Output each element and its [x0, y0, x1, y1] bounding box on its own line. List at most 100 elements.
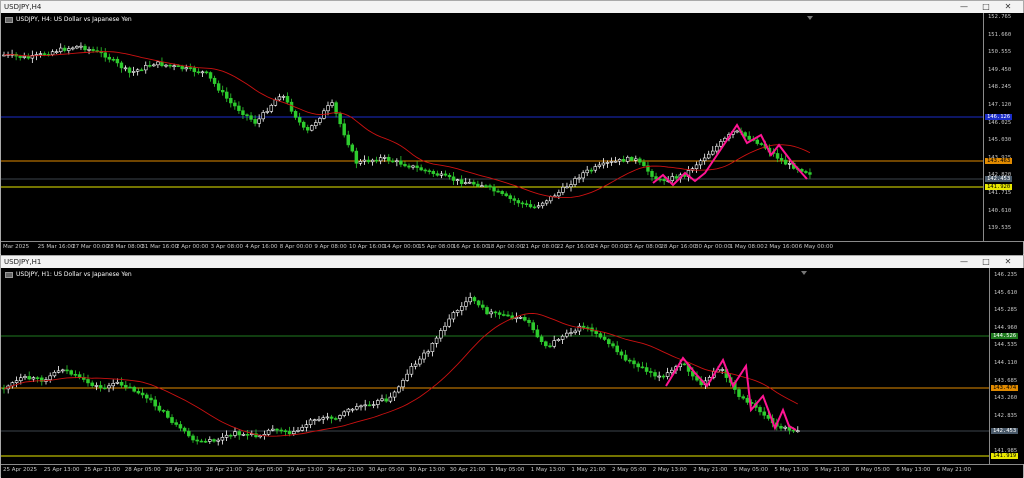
price-tick-label: 144.110	[994, 360, 1018, 366]
price-tick-label: 147.120	[988, 102, 1012, 108]
candle-body	[208, 72, 213, 79]
candle-body	[409, 366, 414, 375]
time-tick-label: 2 May 05:00	[612, 467, 647, 473]
candle-body	[157, 405, 162, 411]
time-tick-label: 3 Apr 08:00	[210, 244, 243, 250]
candle-body	[204, 71, 209, 74]
price-tick-label: 146.025	[988, 119, 1012, 126]
candle-body	[743, 132, 747, 137]
candle-body	[492, 186, 496, 192]
candle-body	[569, 184, 573, 188]
chart-window-h1[interactable]: USDJPY,H1 — □ ✕ USDJPY, H1: US Dollar vs…	[0, 255, 1024, 478]
candle-body	[132, 386, 136, 392]
close-button[interactable]: ✕	[997, 256, 1019, 268]
candle-body	[615, 345, 619, 353]
candle-body	[304, 424, 309, 428]
candle-body	[176, 65, 180, 67]
candle-body	[636, 363, 640, 368]
candle-body	[480, 185, 484, 187]
candle-body	[48, 375, 52, 380]
candle-body	[426, 351, 430, 354]
candle-body	[485, 307, 489, 315]
candle-body	[422, 352, 426, 360]
candle-body	[358, 161, 363, 164]
time-tick-label: 5 May 21:00	[815, 467, 850, 473]
candle-body	[619, 351, 624, 356]
maximize-button[interactable]: □	[975, 256, 997, 268]
candle-body	[237, 105, 241, 111]
candle-body	[528, 204, 533, 208]
candle-body	[391, 160, 395, 163]
candle-body	[524, 203, 529, 205]
price-axis[interactable]: 146.235 145.610 145.285 144.960 144.535 144.1…	[989, 268, 1024, 464]
candle-body	[249, 115, 253, 120]
candle-body	[557, 192, 561, 197]
candle-body	[427, 170, 431, 172]
candle-body	[735, 130, 739, 133]
maximize-button[interactable]: □	[975, 1, 997, 13]
candle-body	[289, 101, 294, 112]
candle-body	[338, 415, 342, 419]
time-tick-label: 6 May 21:00	[936, 467, 972, 473]
candle-body	[698, 160, 703, 166]
time-axis[interactable]: Mar 2025 25 Mar 16:00 27 Mar 00:00 28 Mar 0…	[1, 241, 1023, 255]
time-axis[interactable]: 25 Apr 2025 25 Apr 13:00 25 Apr 21:00 28 Ap…	[1, 464, 1023, 478]
price-axis[interactable]: 152.765 151.660 150.555 149.450 148.245 147.1…	[983, 13, 1024, 241]
candle-body	[160, 61, 164, 66]
price-chart-area[interactable]: USDJPY, H4: US Dollar vs Japanese Yen	[1, 13, 983, 241]
candle-body	[300, 427, 304, 431]
candle-body	[598, 333, 603, 338]
candle-body	[447, 174, 452, 178]
candle-body	[775, 153, 780, 159]
candle-body	[380, 398, 384, 401]
candle-body	[638, 158, 642, 163]
candle-body	[212, 77, 217, 84]
candle-body	[401, 380, 405, 388]
shift-marker-icon[interactable]	[807, 16, 813, 20]
candle-body	[594, 330, 598, 334]
time-tick-label: 25 Apr 13:00	[43, 467, 80, 473]
candle-body	[75, 46, 79, 49]
chart-window-h4[interactable]: USDJPY,H4 — □ ✕ USDJPY, H4: US Dollar vs…	[0, 0, 1024, 255]
price-level-tag: 143.474	[991, 385, 1019, 391]
time-tick-label: 25 Apr 08:00	[625, 244, 662, 250]
candle-body	[182, 427, 187, 432]
candle-body	[623, 354, 628, 361]
minimize-button[interactable]: —	[953, 256, 975, 268]
candle-body	[212, 439, 216, 442]
candle-body	[613, 160, 618, 163]
candle-body	[403, 164, 407, 167]
candle-body	[225, 91, 229, 99]
candle-body	[516, 200, 521, 204]
candle-body	[266, 429, 271, 435]
candle-body	[180, 65, 184, 70]
candle-body	[321, 417, 325, 420]
candle-body	[67, 48, 71, 51]
candle-body	[164, 64, 168, 67]
candle-body	[90, 382, 94, 386]
window-titlebar[interactable]: USDJPY,H1 — □ ✕	[1, 256, 1023, 268]
candle-body	[407, 165, 411, 168]
minimize-button[interactable]: —	[953, 1, 975, 13]
candle-body	[119, 381, 124, 386]
candle-body	[366, 159, 371, 163]
chart-icon	[5, 16, 13, 23]
candle-body	[745, 397, 750, 403]
candle-body	[253, 119, 257, 124]
time-tick-label: 30 Apr 05:00	[368, 467, 405, 473]
chart-symbol-label: USDJPY, H4: US Dollar vs Japanese Yen	[5, 16, 132, 23]
candle-body	[577, 177, 581, 180]
time-tick-label: 22 Apr 16:00	[556, 244, 593, 250]
shift-marker-icon[interactable]	[801, 271, 807, 275]
candle-body	[484, 185, 488, 187]
candle-body	[83, 45, 87, 51]
candle-body	[127, 67, 132, 73]
window-titlebar[interactable]: USDJPY,H4 — □ ✕	[1, 1, 1023, 13]
close-button[interactable]: ✕	[997, 1, 1019, 13]
candle-body	[632, 360, 636, 365]
time-tick-label: 31 Mar 16:00	[141, 244, 179, 250]
price-chart-area[interactable]: USDJPY, H1: US Dollar vs Japanese Yen	[1, 268, 989, 464]
candle-body	[275, 428, 279, 431]
candle-body	[292, 431, 296, 435]
candle-body	[140, 392, 145, 396]
